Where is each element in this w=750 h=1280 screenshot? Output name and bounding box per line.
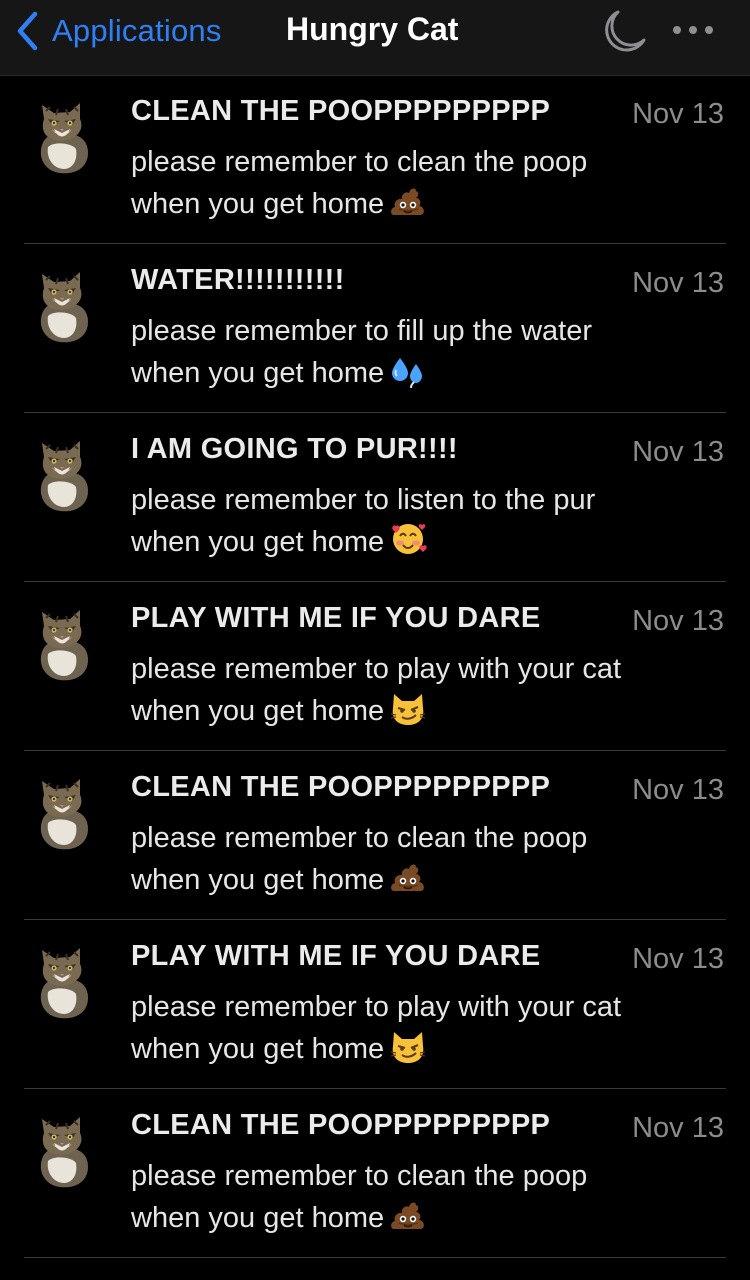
notification-line-2: when you get home — [131, 188, 385, 220]
notification-body: please remember to fill up the water whe… — [131, 310, 711, 400]
notification-date: Nov 13 — [632, 605, 724, 637]
notification-line-1: please remember to clean the poop — [131, 146, 588, 178]
notification-line-1: please remember to fill up the water — [131, 315, 592, 347]
poop-emoji — [390, 1199, 426, 1245]
notification-line-1: please remember to listen to the pur — [131, 484, 596, 516]
row-divider — [24, 1257, 726, 1258]
notification-date: Nov 13 — [632, 267, 724, 299]
cat-avatar — [40, 948, 88, 1019]
back-button[interactable]: Applications — [16, 10, 222, 52]
notification-line-1: please remember to play with your cat — [131, 991, 621, 1023]
notification-date: Nov 13 — [632, 1112, 724, 1144]
notification-line-2: when you get home — [131, 864, 385, 896]
notification-title: WATER!!!!!!!!!!! — [131, 264, 345, 296]
notification-line-2: when you get home — [131, 1033, 385, 1065]
smiling-face-with-hearts-emoji — [390, 521, 428, 569]
notification-line-2: when you get home — [131, 357, 385, 389]
notification-date: Nov 13 — [632, 943, 724, 975]
notification-row[interactable]: WATER!!!!!!!!!!! Nov 13 please remember … — [0, 244, 750, 413]
cat-avatar — [40, 441, 88, 512]
page-title: Hungry Cat — [286, 11, 459, 47]
moon-icon[interactable] — [598, 6, 650, 58]
smirk-cat-emoji — [390, 692, 426, 738]
notification-body: please remember to play with your cat wh… — [131, 648, 711, 738]
notification-row[interactable]: CLEAN THE POOPPPPPPPPP Nov 13 please rem… — [0, 751, 750, 920]
poop-emoji — [390, 185, 426, 231]
notification-body: please remember to listen to the pur whe… — [131, 479, 711, 569]
cat-avatar — [40, 103, 88, 174]
notification-row[interactable]: PLAY WITH ME IF YOU DARE Nov 13 please r… — [0, 920, 750, 1089]
notification-title: CLEAN THE POOPPPPPPPPP — [131, 771, 551, 803]
notification-title: I AM GOING TO PUR!!!! — [131, 433, 458, 465]
notification-date: Nov 13 — [632, 774, 724, 806]
back-label: Applications — [52, 13, 222, 48]
notification-title: PLAY WITH ME IF YOU DARE — [131, 940, 541, 972]
cat-avatar — [40, 610, 88, 681]
notification-body: please remember to clean the poop when y… — [131, 1155, 711, 1245]
notification-body: please remember to clean the poop when y… — [131, 141, 711, 231]
notification-row[interactable]: CLEAN THE POOPPPPPPPPP Nov 13 please rem… — [0, 75, 750, 244]
notification-date: Nov 13 — [632, 436, 724, 468]
notification-date: Nov 13 — [632, 98, 724, 130]
poop-emoji — [390, 861, 426, 907]
notification-line-2: when you get home — [131, 526, 385, 558]
notification-title: CLEAN THE POOPPPPPPPPP — [131, 1109, 551, 1141]
navigation-bar: Applications Hungry Cat — [0, 0, 750, 76]
cat-avatar — [40, 1117, 88, 1188]
chevron-left-icon — [17, 11, 38, 51]
notification-line-1: please remember to clean the poop — [131, 822, 588, 854]
notification-line-1: please remember to play with your cat — [131, 653, 621, 685]
notification-row[interactable]: CLEAN THE POOPPPPPPPPP Nov 13 please rem… — [0, 1089, 750, 1258]
notification-line-2: when you get home — [131, 1202, 385, 1234]
notification-row[interactable]: PLAY WITH ME IF YOU DARE Nov 13 please r… — [0, 582, 750, 751]
notification-title: PLAY WITH ME IF YOU DARE — [131, 602, 541, 634]
sweat-droplets-emoji — [390, 354, 426, 400]
notification-body: please remember to clean the poop when y… — [131, 817, 711, 907]
notification-line-2: when you get home — [131, 695, 385, 727]
notification-body: please remember to play with your cat wh… — [131, 986, 711, 1076]
notification-line-1: please remember to clean the poop — [131, 1160, 588, 1192]
notification-title: CLEAN THE POOPPPPPPPPP — [131, 95, 551, 127]
smirk-cat-emoji — [390, 1030, 426, 1076]
cat-avatar — [40, 779, 88, 850]
cat-avatar — [40, 272, 88, 343]
more-options-icon[interactable] — [670, 20, 716, 40]
notification-list: CLEAN THE POOPPPPPPPPP Nov 13 please rem… — [0, 75, 750, 1258]
notification-row[interactable]: I AM GOING TO PUR!!!! Nov 13 please reme… — [0, 413, 750, 582]
